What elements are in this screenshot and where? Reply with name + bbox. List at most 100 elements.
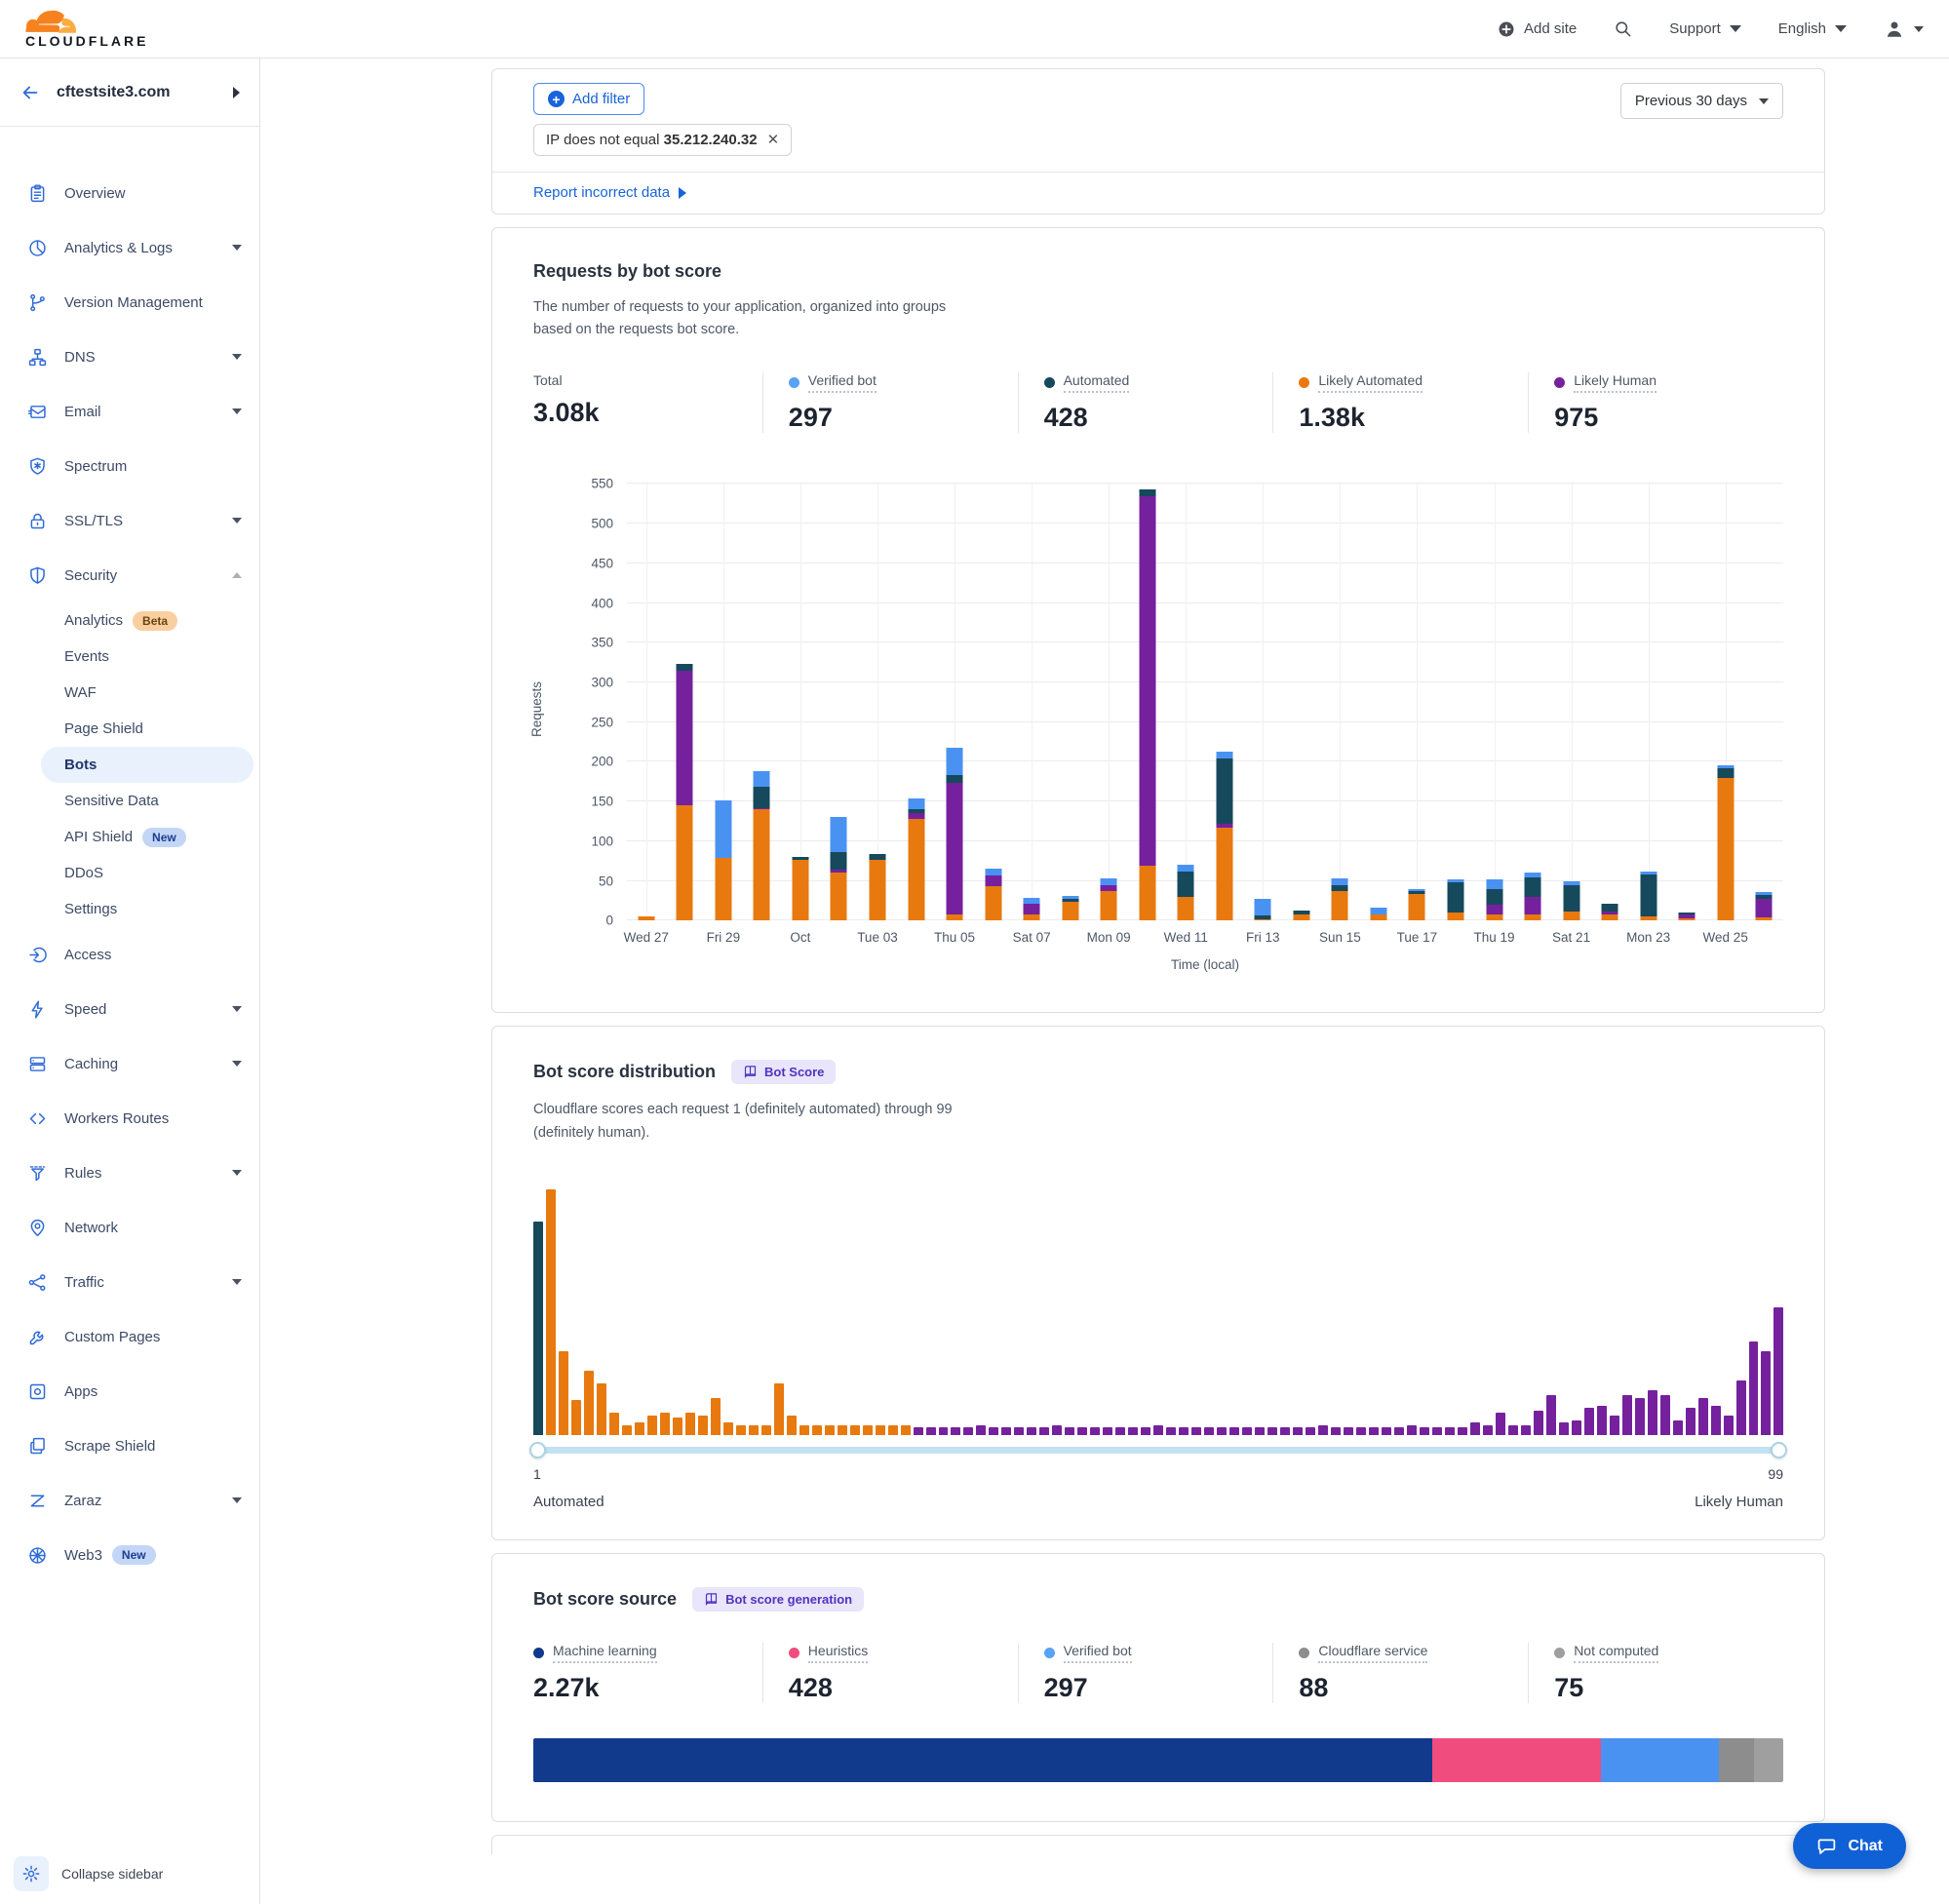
bar-segment-likely-human: [1756, 899, 1773, 918]
site-chevron-icon[interactable]: [233, 87, 240, 98]
add-site-button[interactable]: Add site: [1498, 20, 1577, 38]
stat-label[interactable]: Heuristics: [808, 1643, 868, 1663]
sidebar-item-analytics[interactable]: AnalyticsBeta: [0, 602, 259, 639]
sidebar-item-rules[interactable]: Rules: [0, 1146, 259, 1200]
sidebar-item-ddos[interactable]: DDoS: [0, 855, 259, 891]
histogram-bar: [1179, 1427, 1189, 1435]
workers-icon: [27, 1108, 48, 1129]
sidebar-item-events[interactable]: Events: [0, 639, 259, 675]
histogram-bar: [939, 1427, 949, 1435]
sidebar-item-api-shield[interactable]: API ShieldNew: [0, 819, 259, 855]
y-tick-label: 450: [570, 556, 613, 570]
bar-segment-likely-human: [1486, 905, 1502, 914]
bot-score-generation-doc-badge[interactable]: Bot score generation: [692, 1587, 864, 1612]
y-axis-title: Requests: [529, 681, 544, 737]
settings-gear-button[interactable]: [14, 1856, 49, 1891]
stat-label[interactable]: Cloudflare service: [1318, 1643, 1427, 1663]
sidebar-item-version-management[interactable]: Version Management: [0, 275, 259, 330]
date-range-select[interactable]: Previous 30 days: [1620, 83, 1783, 119]
sidebar-item-waf[interactable]: WAF: [0, 675, 259, 711]
account-caret-icon: [1914, 26, 1924, 32]
x-tick-label: Sat 07: [1013, 930, 1051, 945]
stat-label[interactable]: Verified bot: [808, 372, 877, 393]
sidebar-item-label: Version Management: [64, 294, 203, 311]
sidebar-item-scrape-shield[interactable]: Scrape Shield: [0, 1418, 259, 1473]
sidebar-item-zaraz[interactable]: Zaraz: [0, 1473, 259, 1528]
sidebar-item-network[interactable]: Network: [0, 1200, 259, 1255]
sidebar-item-speed[interactable]: Speed: [0, 982, 259, 1036]
sidebar-item-apps[interactable]: Apps: [0, 1364, 259, 1418]
histogram-bar: [1229, 1427, 1239, 1435]
sidebar-item-label: Network: [64, 1220, 118, 1236]
sidebar-item-ssl-tls[interactable]: SSL/TLS: [0, 493, 259, 548]
sidebar-item-overview[interactable]: Overview: [0, 166, 259, 220]
bot-score-doc-badge[interactable]: Bot Score: [731, 1060, 836, 1084]
y-tick-label: 200: [570, 755, 613, 769]
likely-human-end-label: Likely Human: [1695, 1494, 1783, 1510]
stat-label[interactable]: Likely Human: [1574, 372, 1657, 393]
sidebar-item-analytics-logs[interactable]: Analytics & Logs: [0, 220, 259, 275]
sidebar-item-settings[interactable]: Settings: [0, 891, 259, 927]
histogram-bar: [1242, 1427, 1252, 1435]
x-tick-label: Oct: [790, 930, 810, 945]
report-incorrect-data-link[interactable]: Report incorrect data: [533, 184, 686, 201]
sidebar-item-spectrum[interactable]: Spectrum: [0, 439, 259, 493]
sidebar-item-security[interactable]: Security: [0, 548, 259, 602]
slider-knob-max[interactable]: [1771, 1442, 1787, 1458]
histogram-bar: [1673, 1420, 1683, 1435]
histogram-bar: [1445, 1427, 1455, 1435]
filter-chip[interactable]: IP does not equal 35.212.240.32 ✕: [533, 124, 792, 156]
cloudflare-logo[interactable]: CLOUDFLARE: [25, 9, 148, 49]
source-stats-row: Machine learning2.27kHeuristics428Verifi…: [533, 1643, 1783, 1703]
chart-bar: [1178, 865, 1194, 920]
bar-segment-verified-bot: [831, 817, 847, 852]
histogram-bar: [1331, 1427, 1341, 1435]
stat-label[interactable]: Machine learning: [553, 1643, 657, 1663]
stat-label[interactable]: Likely Automated: [1318, 372, 1423, 393]
language-menu[interactable]: English: [1778, 20, 1847, 37]
sidebar-item-traffic[interactable]: Traffic: [0, 1255, 259, 1309]
bar-segment-verified-bot: [947, 748, 963, 776]
support-menu[interactable]: Support: [1669, 20, 1741, 37]
back-arrow-icon[interactable]: [19, 82, 41, 103]
histogram-bar: [1217, 1427, 1227, 1435]
sidebar-item-access[interactable]: Access: [0, 927, 259, 982]
sidebar-item-sensitive-data[interactable]: Sensitive Data: [0, 783, 259, 819]
sidebar-item-label: Sensitive Data: [64, 793, 159, 809]
histogram-bar: [963, 1427, 973, 1435]
zaraz-icon: [27, 1491, 48, 1511]
x-tick-label: Thu 05: [934, 930, 975, 945]
gridline: [1495, 484, 1496, 920]
histogram-bar: [1774, 1307, 1783, 1435]
slider-knob-min[interactable]: [529, 1442, 546, 1458]
sidebar-item-caching[interactable]: Caching: [0, 1036, 259, 1091]
sidebar-item-dns[interactable]: DNS: [0, 330, 259, 384]
histogram-bar: [1597, 1406, 1607, 1435]
collapse-sidebar-button[interactable]: Collapse sidebar: [61, 1866, 163, 1882]
histogram-bar: [533, 1222, 543, 1435]
search-button[interactable]: [1614, 19, 1632, 38]
stat-label[interactable]: Verified bot: [1064, 1643, 1132, 1663]
chat-button[interactable]: Chat: [1793, 1823, 1906, 1869]
sidebar-item-page-shield[interactable]: Page Shield: [0, 711, 259, 747]
account-menu[interactable]: [1884, 19, 1924, 40]
bar-segment-likely-automated: [869, 860, 885, 921]
stat-label[interactable]: Automated: [1064, 372, 1130, 393]
add-filter-button[interactable]: + Add filter: [533, 83, 644, 115]
chart-bar: [1756, 892, 1773, 920]
bot-score-distribution-card: Bot score distribution Bot Score Cloudfl…: [491, 1026, 1825, 1539]
speed-icon: [27, 999, 48, 1020]
x-tick-label: Wed 27: [624, 930, 669, 945]
remove-filter-icon[interactable]: ✕: [767, 133, 780, 147]
histogram-bar: [1027, 1427, 1036, 1435]
stat-value: 428: [789, 1673, 1000, 1703]
sidebar-item-custom-pages[interactable]: Custom Pages: [0, 1309, 259, 1364]
stat-label[interactable]: Not computed: [1574, 1643, 1658, 1663]
slider-track[interactable]: [535, 1447, 1781, 1454]
language-caret-icon: [1835, 25, 1847, 32]
sidebar-item-email[interactable]: Email: [0, 384, 259, 439]
sidebar-item-workers-routes[interactable]: Workers Routes: [0, 1091, 259, 1146]
sidebar-item-bots[interactable]: Bots: [41, 747, 253, 783]
sidebar-item-web3[interactable]: Web3New: [0, 1528, 259, 1582]
chevron-down-icon: [232, 354, 242, 360]
